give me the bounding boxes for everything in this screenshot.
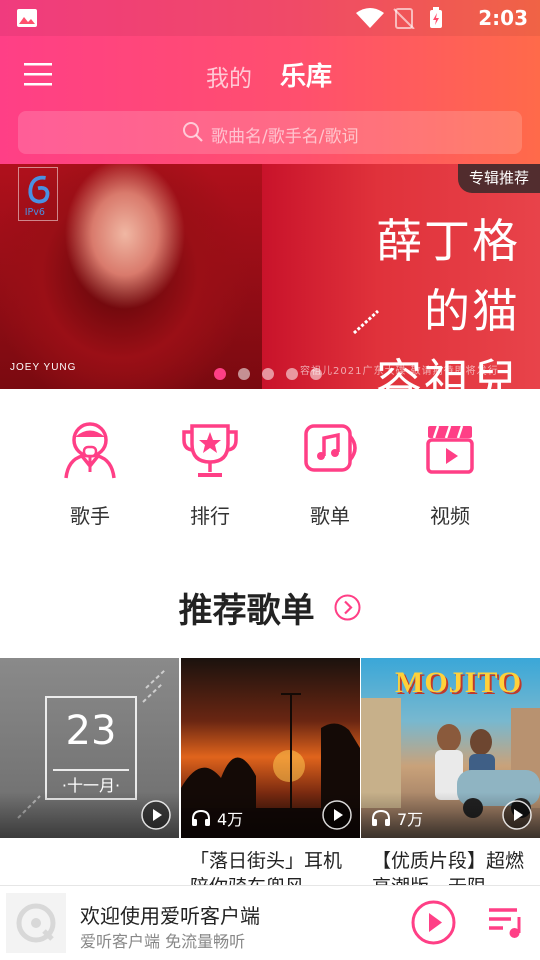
carousel-dot[interactable]: [214, 368, 226, 380]
player-subtitle: 爱听客户端 免流量畅听: [80, 932, 246, 951]
ipv6-logo: IPv6: [18, 167, 58, 221]
player-cover: [6, 893, 66, 953]
app-logo-icon: [16, 903, 56, 943]
chevron-right-icon[interactable]: [334, 594, 361, 621]
play-icon[interactable]: [322, 800, 352, 830]
play-icon[interactable]: [141, 800, 171, 830]
search-icon: [183, 122, 203, 142]
category-playlist[interactable]: 歌单: [280, 420, 380, 529]
no-sim-icon: [393, 8, 415, 29]
wifi-icon: [356, 8, 384, 28]
image-notification-icon: [17, 9, 37, 27]
banner-carousel[interactable]: IPv6 JOEY YUNG 薛丁格的猫 容祖兒 容祖儿2021广东大碟 敬请期…: [0, 164, 540, 389]
menu-icon[interactable]: [22, 58, 54, 90]
battery-icon: [430, 7, 442, 28]
date-divider: [53, 769, 129, 771]
headphones-icon: [372, 809, 390, 826]
album-recommend-tag: 专辑推荐: [458, 164, 540, 193]
category-label: 排行: [190, 504, 230, 528]
search-bar[interactable]: 歌曲名/歌手名/歌词: [18, 111, 522, 154]
banner-slash-decoration: [352, 309, 380, 335]
carousel-dot[interactable]: [286, 368, 298, 380]
carousel-dot[interactable]: [310, 368, 322, 380]
category-label: 歌手: [70, 504, 110, 528]
category-ranking[interactable]: 排行: [160, 420, 260, 529]
date-day: 23: [65, 708, 117, 754]
banner-artist-caption: JOEY YUNG: [10, 362, 77, 373]
singer-icon: [64, 422, 116, 479]
carousel-dots: [214, 368, 334, 380]
tab-mine[interactable]: 我的: [206, 59, 252, 93]
carousel-dot[interactable]: [238, 368, 250, 380]
category-video[interactable]: 视频: [400, 420, 500, 529]
playlist-queue-icon[interactable]: [487, 903, 525, 941]
playlist-card-highlights[interactable]: MOJITO 7万: [361, 658, 540, 838]
carousel-dot[interactable]: [262, 368, 274, 380]
category-label: 歌单: [310, 504, 350, 528]
tab-library[interactable]: 乐库: [280, 56, 332, 93]
search-placeholder: 歌曲名/歌手名/歌词: [211, 127, 359, 147]
play-pause-button[interactable]: [411, 900, 456, 945]
play-icon[interactable]: [502, 800, 532, 830]
svg-text:IPv6: IPv6: [25, 207, 45, 218]
play-count-value: 7万: [397, 810, 424, 829]
date-badge: 23 ·十一月·: [45, 696, 137, 800]
playlist-card-sunset[interactable]: 4万: [181, 658, 360, 838]
section-title: 推荐歌单: [178, 591, 315, 631]
category-label: 视频: [430, 504, 470, 528]
recommended-playlists-header[interactable]: 推荐歌单: [0, 583, 540, 632]
video-icon: [426, 425, 474, 474]
play-count: 4万: [191, 806, 244, 829]
clock: 2:03: [478, 6, 528, 30]
mini-player[interactable]: 欢迎使用爱听客户端 爱听客户端 免流量畅听: [0, 885, 540, 960]
play-count-value: 4万: [217, 810, 244, 829]
headphones-icon: [192, 809, 210, 826]
status-bar: 2:03: [0, 0, 540, 36]
player-title: 欢迎使用爱听客户端: [80, 904, 260, 928]
status-icons: [356, 7, 442, 29]
play-count: 7万: [371, 806, 424, 829]
app-header: 2:03 我的 乐库 歌曲名/歌手名/歌词: [0, 0, 540, 164]
category-singer[interactable]: 歌手: [40, 420, 140, 529]
playlist-card-daily[interactable]: 23 ·十一月·: [0, 658, 179, 838]
playlist-icon: [304, 424, 357, 472]
playlist-grid: 23 ·十一月· 4万 MOJITO 7万: [0, 658, 540, 838]
trophy-icon: [182, 424, 238, 477]
